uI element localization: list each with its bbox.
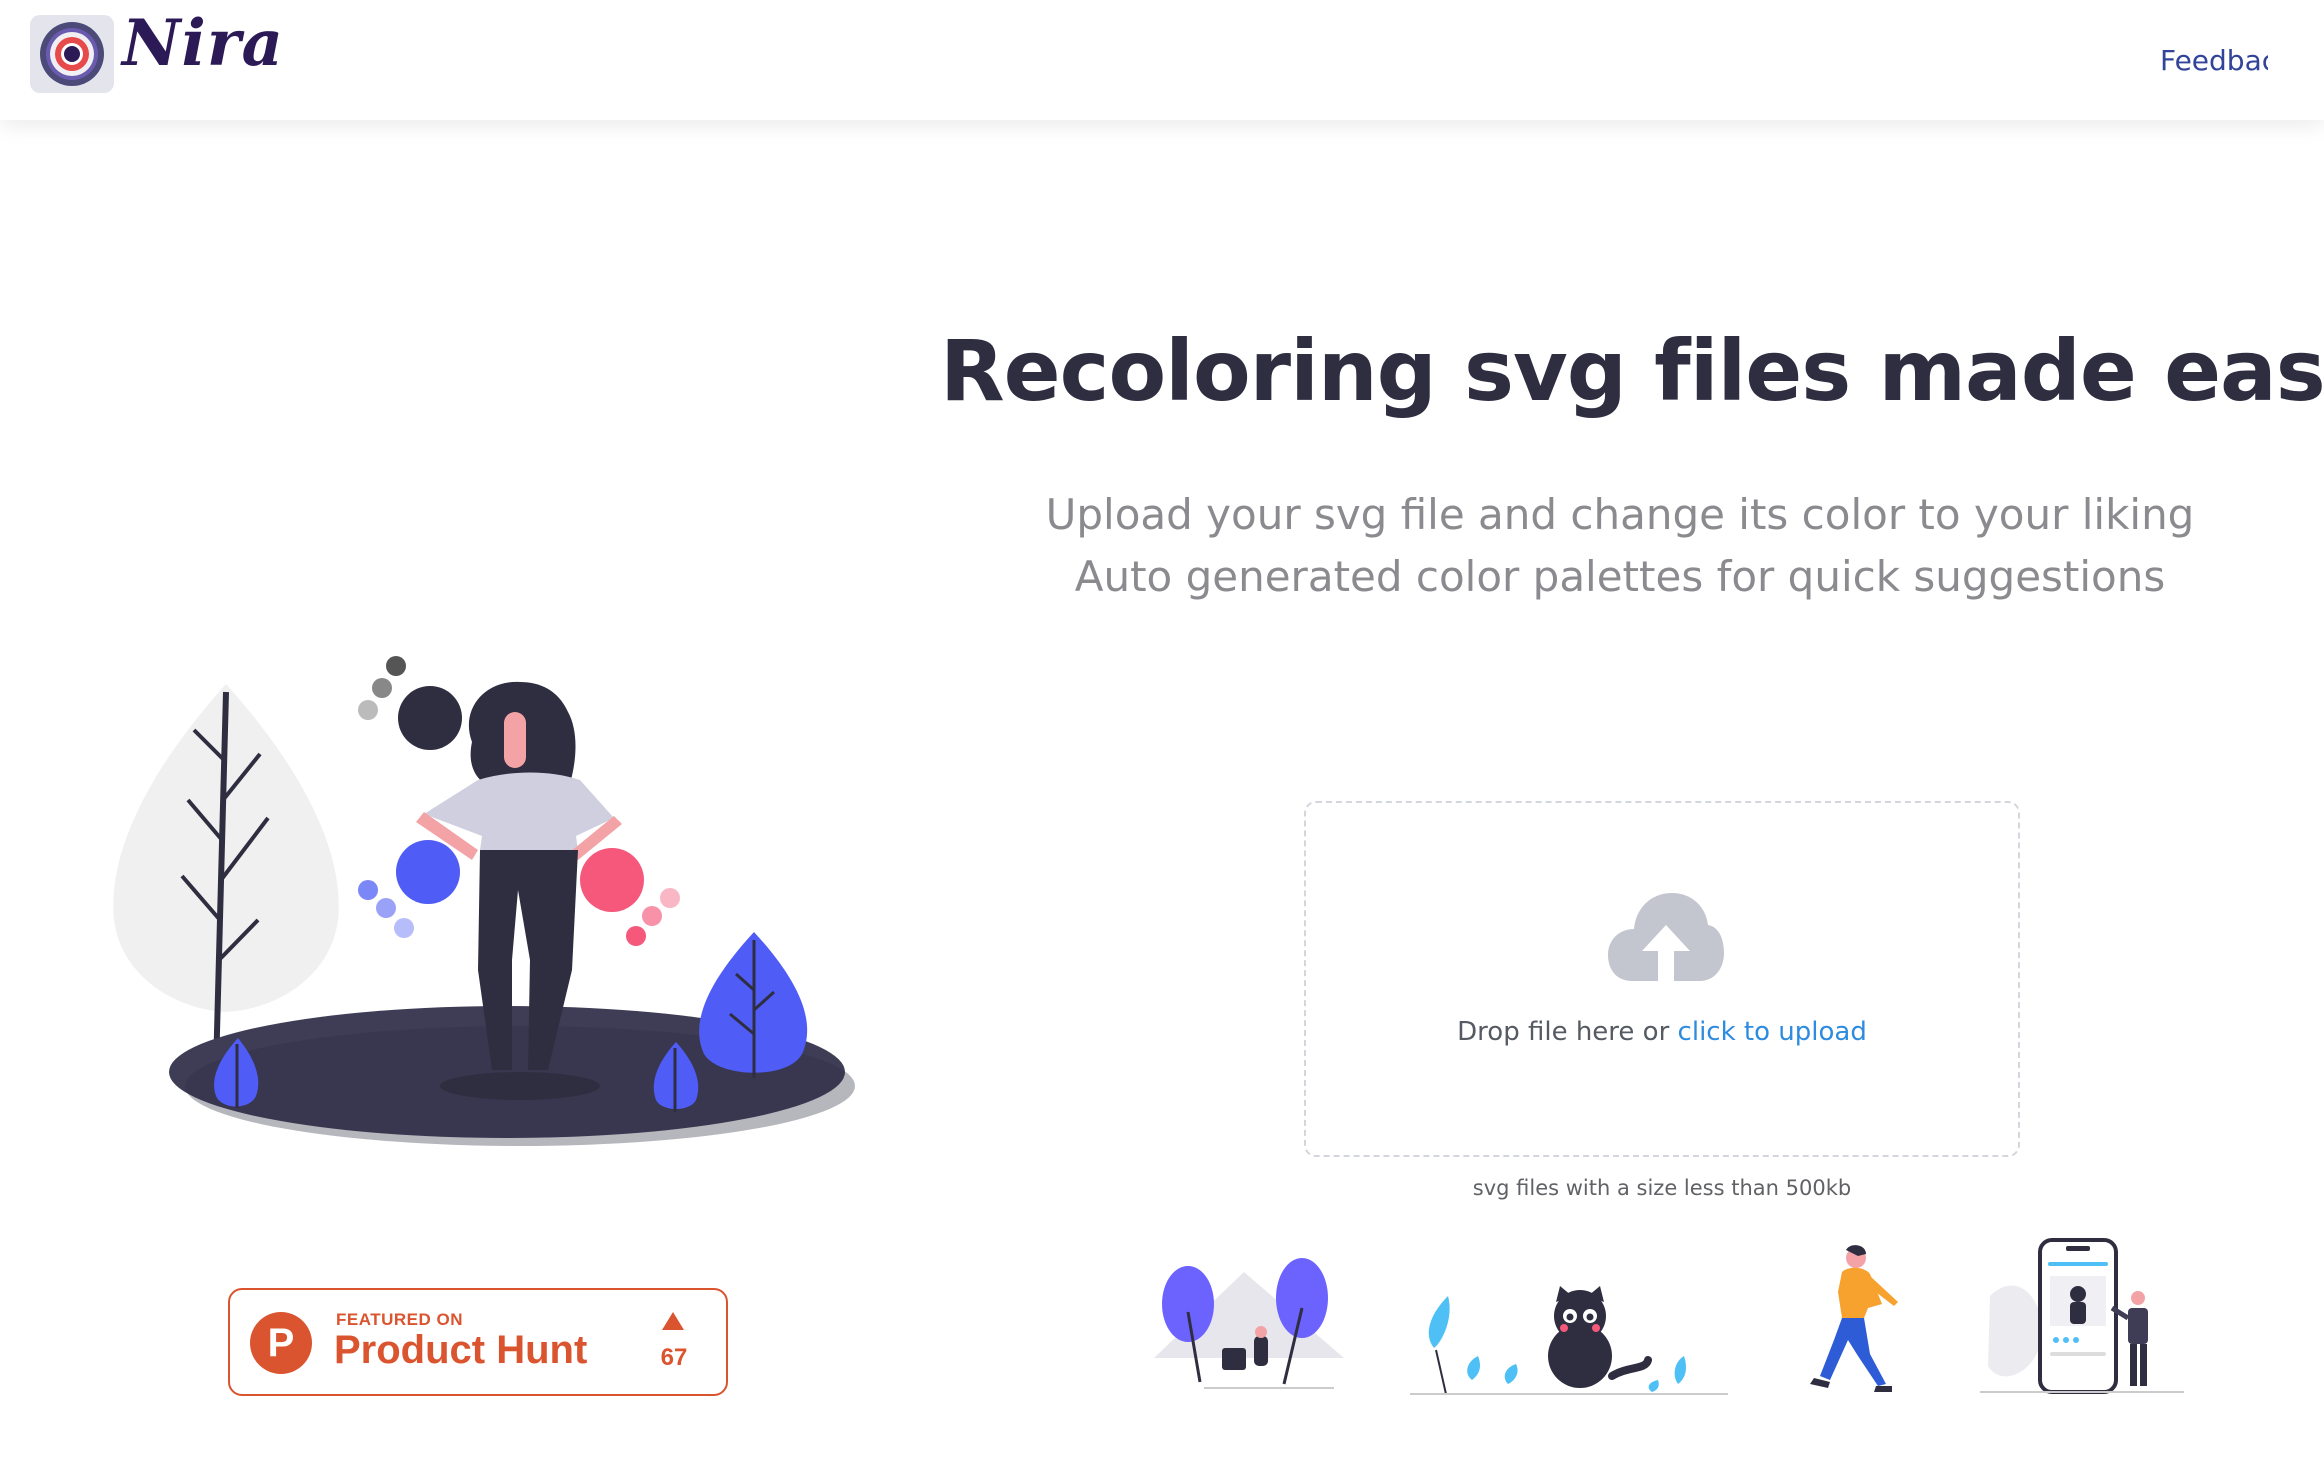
product-hunt-logo-icon: P: [250, 1312, 312, 1374]
sample-illustration-cat[interactable]: [1408, 1286, 1730, 1398]
sample-illustration-phone[interactable]: [1980, 1236, 2184, 1398]
product-hunt-badge[interactable]: P FEATURED ON Product Hunt 67: [228, 1288, 728, 1396]
brand-name[interactable]: Nira: [122, 6, 284, 81]
upload-cloud-icon: [1608, 893, 1724, 981]
feedback-label: Feedback: [2160, 43, 2268, 77]
upload-hint: svg files with a size less than 500kb: [1472, 1176, 1852, 1200]
page-title: Recoloring svg files made easy!: [940, 322, 2324, 420]
logo-icon[interactable]: [30, 15, 114, 93]
product-hunt-name: Product Hunt: [334, 1328, 588, 1372]
woman-standing-illustration: [113, 656, 855, 1146]
upvote-arrow-icon: [662, 1312, 684, 1330]
upvote-count: 67: [660, 1344, 688, 1371]
sample-illustration-walking[interactable]: [1808, 1244, 1910, 1392]
top-nav: Nira Feedback: [0, 0, 2324, 120]
sample-illustration-outdoor[interactable]: [1144, 1252, 1350, 1398]
feedback-link[interactable]: Feedback: [2148, 40, 2268, 80]
featured-on-label: FEATURED ON: [336, 1310, 464, 1329]
drop-text: Drop file here or: [1457, 1017, 1678, 1047]
click-to-upload-link[interactable]: click to upload: [1678, 1017, 1867, 1047]
subtitle-line-1: Upload your svg file and change its colo…: [1045, 490, 2195, 539]
drop-instructions: Drop file here or click to upload: [1306, 1017, 2018, 1047]
subtitle-line-2: Auto generated color palettes for quick …: [1074, 552, 2166, 601]
upload-dropzone[interactable]: Drop file here or click to upload: [1304, 801, 2020, 1157]
